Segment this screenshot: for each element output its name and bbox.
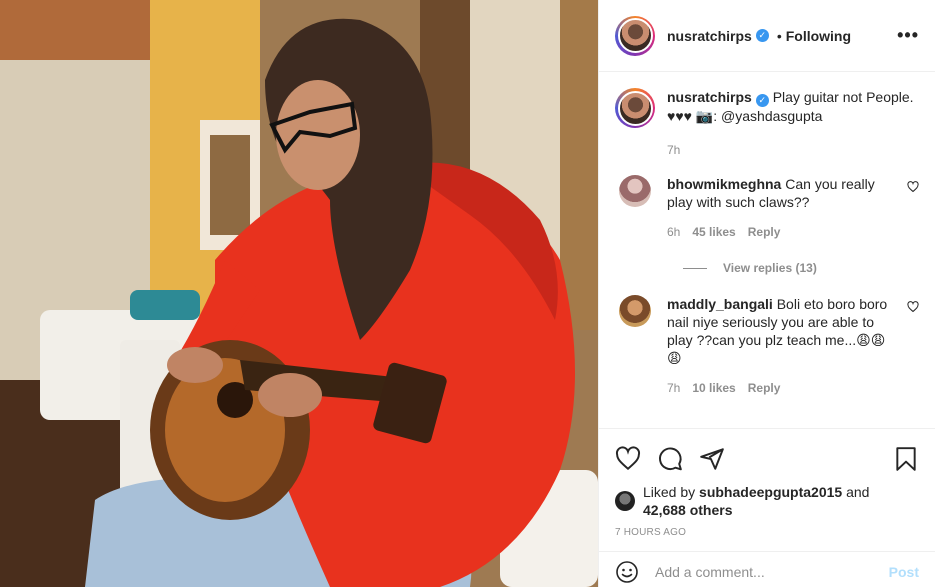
comment-username[interactable]: bhowmikmeghna — [667, 176, 781, 192]
more-icon[interactable]: ••• — [897, 25, 919, 46]
photo-illustration — [0, 0, 598, 587]
action-icons — [615, 443, 919, 475]
emoji-icon[interactable] — [615, 560, 639, 584]
heart-icon[interactable] — [907, 301, 919, 313]
add-comment-bar: Post — [599, 551, 935, 587]
bookmark-icon[interactable] — [893, 446, 919, 472]
header-separator: • — [776, 27, 782, 44]
heart-icon[interactable] — [907, 181, 919, 193]
commenter-avatar[interactable] — [619, 295, 651, 327]
caption-text: Play guitar not People. — [772, 89, 914, 105]
comment-icon[interactable] — [657, 446, 683, 472]
liker-avatar[interactable] — [615, 491, 635, 511]
post-timestamp[interactable]: 7 HOURS AGO — [615, 527, 919, 538]
post-actions: Liked by subhadeepgupta2015 and 42,688 o… — [599, 428, 935, 538]
caption-avatar[interactable] — [615, 88, 655, 128]
view-replies-label: View replies (13) — [723, 261, 817, 275]
author-username[interactable]: nusratchirps — [667, 28, 752, 44]
commenter-avatar[interactable] — [619, 175, 651, 207]
comment-time[interactable]: 6h — [667, 223, 680, 241]
liked-others[interactable]: 42,688 others — [643, 502, 733, 518]
comment-likes[interactable]: 10 likes — [692, 379, 735, 397]
author-avatar[interactable] — [615, 15, 655, 56]
post-header: nusratchirps ✓ • Following ••• — [599, 0, 935, 72]
heart-icon[interactable] — [615, 446, 641, 472]
caption-username[interactable]: nusratchirps — [667, 89, 752, 105]
comment-time[interactable]: 7h — [667, 379, 680, 397]
verified-icon: ✓ — [755, 29, 769, 42]
post-photo — [0, 0, 598, 587]
following-button[interactable]: Following — [786, 28, 851, 44]
reply-button[interactable]: Reply — [748, 223, 781, 241]
caption: nusratchirps ✓ Play guitar not People. ♥♥… — [615, 88, 919, 159]
comment-item: bhowmikmeghna Can you really play with s… — [615, 175, 919, 241]
liked-prefix: Liked by — [643, 484, 696, 500]
replies-divider — [683, 267, 707, 269]
view-replies-button[interactable]: View replies (13) — [683, 261, 919, 275]
liked-and: and — [846, 484, 870, 500]
post-side-panel: nusratchirps ✓ • Following ••• nusratchi… — [598, 0, 935, 587]
comment-username[interactable]: maddly_bangali — [667, 296, 773, 312]
share-icon[interactable] — [699, 446, 725, 472]
reply-button[interactable]: Reply — [748, 379, 781, 397]
comment-item: maddly_bangali Boli eto boro boro nail n… — [615, 295, 919, 397]
verified-icon: ✓ — [755, 94, 769, 107]
comments-section: nusratchirps ✓ Play guitar not People. ♥♥… — [599, 72, 935, 428]
liked-by: Liked by subhadeepgupta2015 and 42,688 o… — [615, 483, 919, 519]
liked-user[interactable]: subhadeepgupta2015 — [699, 484, 842, 500]
comment-input[interactable] — [655, 563, 889, 580]
comment-likes[interactable]: 45 likes — [692, 223, 735, 241]
post-button[interactable]: Post — [889, 564, 919, 580]
caption-credit: ♥♥♥ 📷: @yashdasgupta — [667, 108, 823, 124]
caption-time[interactable]: 7h — [667, 141, 680, 159]
